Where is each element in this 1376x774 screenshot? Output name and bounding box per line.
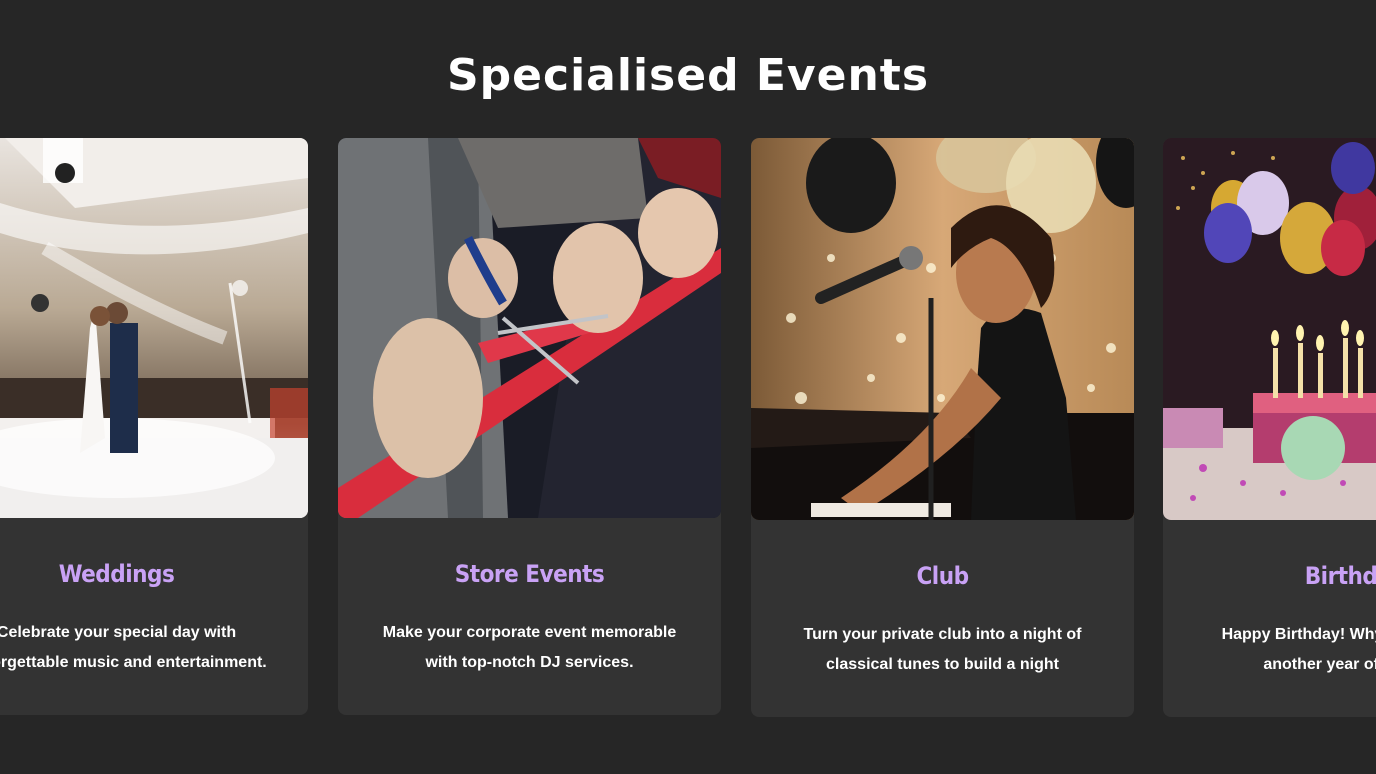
event-card-club[interactable]: Club Turn your private club into a night… bbox=[751, 138, 1134, 717]
specialised-events-section: Specialised Events Weddings Celebrate yo… bbox=[0, 0, 1376, 774]
event-card-store-events[interactable]: Store Events Make your corporate event m… bbox=[338, 138, 721, 715]
event-card-title: Weddings bbox=[58, 560, 175, 588]
event-card-birthday[interactable]: Birthday Happy Birthday! Why not celebra… bbox=[1163, 138, 1376, 717]
birthday-cake-photo bbox=[1163, 138, 1376, 520]
event-card-title: Store Events bbox=[454, 560, 605, 588]
event-card-weddings[interactable]: Weddings Celebrate your special day with… bbox=[0, 138, 308, 715]
event-card-description: Happy Birthday! Why not celebrate anothe… bbox=[1221, 626, 1376, 673]
pianist-singer-photo bbox=[751, 138, 1134, 520]
wedding-photo bbox=[0, 138, 308, 518]
section-title: Specialised Events bbox=[446, 50, 930, 101]
event-card-description: Turn your private club into a night of c… bbox=[803, 626, 1082, 673]
event-card-title: Club bbox=[916, 562, 969, 590]
events-carousel[interactable]: Weddings Celebrate your special day with… bbox=[0, 138, 1376, 718]
ribbon-cutting-photo bbox=[338, 138, 721, 518]
event-card-description: Make your corporate event memorable with… bbox=[382, 624, 677, 671]
event-card-title: Birthday bbox=[1304, 562, 1376, 590]
event-card-description: Celebrate your special day with unforget… bbox=[0, 624, 267, 671]
